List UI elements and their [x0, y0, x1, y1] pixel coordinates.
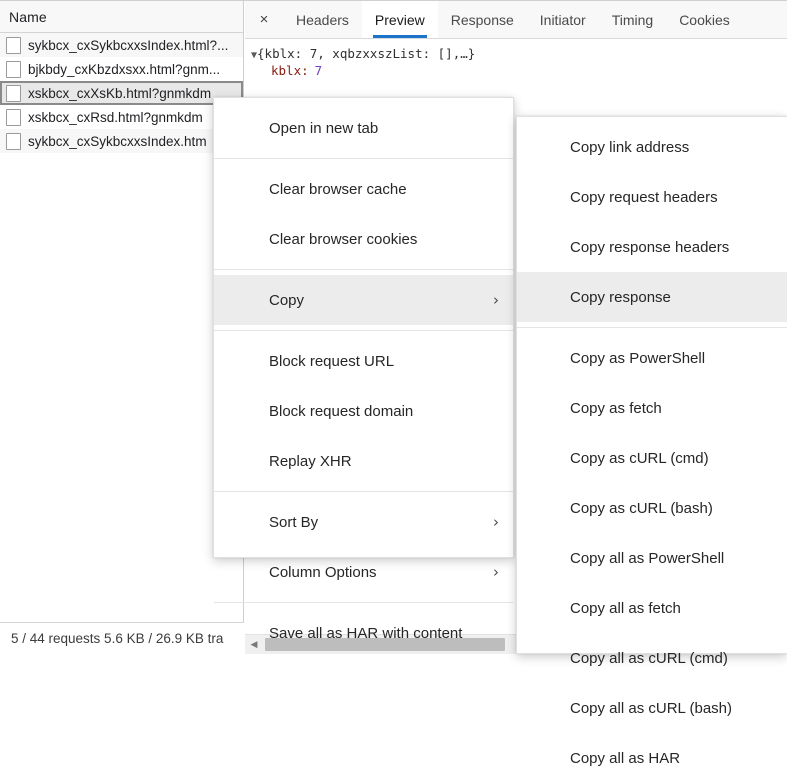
menu-item-column-options[interactable]: Column Options ›: [214, 547, 513, 597]
menu-item-label: Copy all as fetch: [570, 599, 681, 617]
menu-item-clear-browser-cache[interactable]: Clear browser cache: [214, 164, 513, 214]
menu-separator: [214, 269, 513, 270]
tab-response[interactable]: Response: [438, 1, 527, 38]
tab-headers[interactable]: Headers: [283, 1, 362, 38]
menu-item-label: Replay XHR: [269, 452, 352, 470]
request-row[interactable]: xskbcx_cxXsKb.html?gnmkdm: [0, 81, 243, 105]
menu-item-label: Copy as fetch: [570, 399, 662, 417]
menu-item-open-in-new-tab[interactable]: Open in new tab: [214, 103, 513, 153]
menu-item-copy-as-curl-bash[interactable]: Copy as cURL (bash): [517, 483, 787, 533]
menu-separator: [214, 158, 513, 159]
column-header-name[interactable]: Name: [0, 9, 47, 25]
menu-item-label: Clear browser cookies: [269, 230, 418, 248]
menu-item-block-request-url[interactable]: Block request URL: [214, 336, 513, 386]
menu-item-label: Sort By: [269, 513, 319, 531]
menu-item-copy-link-address[interactable]: Copy link address: [517, 122, 787, 172]
request-row[interactable]: xskbcx_cxRsd.html?gnmkdm: [0, 105, 243, 129]
menu-item-label: Copy response headers: [570, 238, 730, 256]
menu-separator: [214, 602, 513, 603]
document-icon: [6, 108, 21, 126]
requests-column-header-row: Name: [0, 1, 243, 33]
menu-item-label: Column Options: [269, 563, 377, 581]
menu-item-label: Copy link address: [570, 138, 690, 156]
document-icon: [6, 60, 21, 78]
menu-separator: [517, 327, 787, 328]
menu-item-clear-browser-cookies[interactable]: Clear browser cookies: [214, 214, 513, 264]
copy-submenu: Copy link address Copy request headers Cop…: [516, 116, 787, 767]
request-row[interactable]: sykbcx_cxSykbcxxsIndex.htm: [0, 129, 243, 153]
menu-item-copy-all-as-fetch[interactable]: Copy all as fetch: [517, 583, 787, 633]
menu-item-label: Copy as PowerShell: [570, 349, 706, 367]
menu-item-label: Copy all as PowerShell: [570, 549, 725, 567]
tab-cookies[interactable]: Cookies: [666, 1, 743, 38]
json-root-text: {kblx: 7, xqbzxxszList: [],…}: [257, 46, 476, 61]
request-row-label: xskbcx_cxXsKb.html?gnmkdm: [28, 85, 212, 101]
menu-item-copy-as-curl-cmd[interactable]: Copy as cURL (cmd): [517, 433, 787, 483]
request-context-menu: Open in new tab Clear browser cache Clear …: [213, 97, 514, 642]
chevron-right-icon: ›: [493, 562, 499, 581]
detail-tabs-container: Headers Preview Response Initiator Timing Coo…: [283, 1, 743, 38]
tab-label: Initiator: [539, 11, 586, 28]
tab-timing[interactable]: Timing: [599, 1, 667, 38]
tab-label: Preview: [374, 11, 425, 28]
menu-item-label: Copy all as cURL (bash): [570, 699, 733, 717]
menu-item-copy[interactable]: Copy ›: [214, 275, 513, 325]
menu-separator: [214, 330, 513, 331]
detail-tab-bar: × Headers Preview Response Initiator Timing C…: [245, 1, 787, 39]
menu-item-copy-all-as-har[interactable]: Copy all as HAR: [517, 733, 787, 783]
menu-item-label: Block request URL: [269, 352, 395, 370]
menu-item-copy-all-as-curl-cmd[interactable]: Copy all as cURL (cmd): [517, 633, 787, 683]
requests-row-container: sykbcx_cxSykbcxxsIndex.html?... bjkbdy_cx…: [0, 33, 243, 153]
menu-item-label: Block request domain: [269, 402, 414, 420]
document-icon: [6, 36, 21, 54]
menu-item-copy-response[interactable]: Copy response: [517, 272, 787, 322]
menu-item-label: Copy all as cURL (cmd): [570, 649, 728, 667]
menu-item-label: Clear browser cache: [269, 180, 407, 198]
json-root-line[interactable]: ▼{kblx: 7, xqbzxxszList: [],…}: [245, 45, 787, 62]
tab-initiator[interactable]: Initiator: [527, 1, 599, 38]
menu-item-copy-response-headers[interactable]: Copy response headers: [517, 222, 787, 272]
json-child-value: 7: [314, 63, 323, 78]
menu-item-label: Copy: [269, 291, 305, 309]
menu-item-label: Copy response: [570, 288, 671, 306]
requests-list-panel: Name sykbcx_cxSykbcxxsIndex.html?...bjkb…: [0, 1, 244, 654]
chevron-right-icon: ›: [493, 290, 499, 309]
document-icon: [6, 84, 21, 102]
menu-item-label: Copy all as HAR: [570, 749, 681, 767]
menu-item-replay-xhr[interactable]: Replay XHR: [214, 436, 513, 486]
request-row-label: xskbcx_cxRsd.html?gnmkdm: [28, 109, 203, 125]
menu-item-copy-all-as-powershell[interactable]: Copy all as PowerShell: [517, 533, 787, 583]
menu-item-label: Open in new tab: [269, 119, 379, 137]
menu-item-copy-request-headers[interactable]: Copy request headers: [517, 172, 787, 222]
tab-label: Timing: [611, 11, 654, 28]
close-icon[interactable]: ×: [245, 1, 283, 38]
menu-item-label: Copy as cURL (bash): [570, 499, 713, 517]
menu-item-copy-as-powershell[interactable]: Copy as PowerShell: [517, 333, 787, 383]
menu-separator: [214, 491, 513, 492]
menu-item-label: Copy as cURL (cmd): [570, 449, 709, 467]
menu-item-block-request-domain[interactable]: Block request domain: [214, 386, 513, 436]
request-row[interactable]: sykbcx_cxSykbcxxsIndex.html?...: [0, 33, 243, 57]
requests-summary-text: 5 / 44 requests 5.6 KB / 26.9 KB tra: [11, 631, 224, 646]
menu-item-copy-all-as-curl-bash[interactable]: Copy all as cURL (bash): [517, 683, 787, 733]
tab-label: Cookies: [679, 11, 730, 28]
document-icon: [6, 132, 21, 150]
menu-item-copy-as-fetch[interactable]: Copy as fetch: [517, 383, 787, 433]
request-row-label: sykbcx_cxSykbcxxsIndex.html?...: [28, 37, 229, 53]
menu-item-label: Copy request headers: [570, 188, 718, 206]
tab-label: Headers: [296, 11, 349, 28]
request-row-label: sykbcx_cxSykbcxxsIndex.htm: [28, 133, 207, 149]
tab-preview[interactable]: Preview: [361, 1, 438, 38]
json-child-key: kblx:: [271, 63, 309, 78]
menu-item-sort-by[interactable]: Sort By ›: [214, 497, 513, 547]
request-row-label: bjkbdy_cxKbzdxsxx.html?gnm...: [28, 61, 221, 77]
menu-item-save-all-as-har-with-content[interactable]: Save all as HAR with content: [214, 608, 513, 658]
chevron-right-icon: ›: [493, 512, 499, 531]
menu-item-label: Save all as HAR with content: [269, 624, 463, 642]
tab-label: Response: [450, 11, 514, 28]
json-child-line: kblx: 7: [245, 62, 787, 79]
network-status-bar: 5 / 44 requests 5.6 KB / 26.9 KB tra: [0, 622, 244, 654]
request-row[interactable]: bjkbdy_cxKbzdxsxx.html?gnm...: [0, 57, 243, 81]
